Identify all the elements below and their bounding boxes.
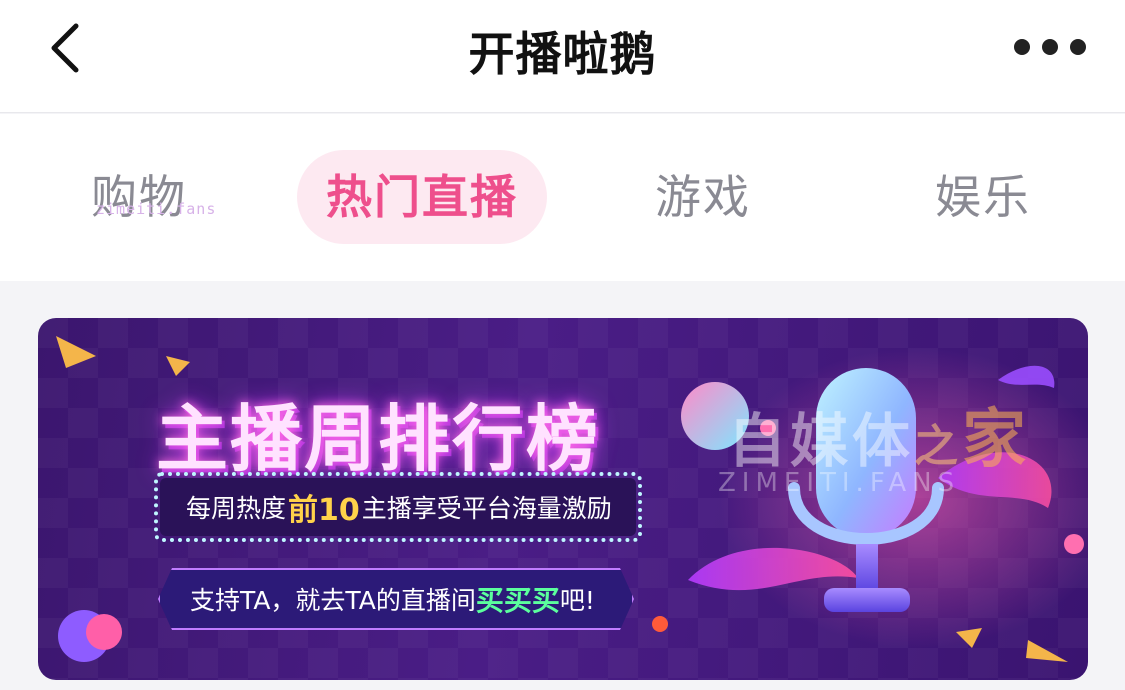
subtitle-text: 主播享受平台海量激励: [361, 494, 612, 523]
tab-shopping[interactable]: 购物: [84, 150, 194, 244]
subtitle-highlight: 前10: [288, 493, 360, 528]
ranking-banner[interactable]: 主播周排行榜 每周热度 前10 主播享受平台海量激励 支持TA，就去TA的直播间…: [38, 318, 1088, 680]
tab-hot-live[interactable]: 热门直播: [297, 150, 547, 244]
cta-text: 支持TA，就去TA的直播间: [190, 586, 476, 615]
watermark-text: 之: [914, 421, 963, 472]
cta-text: 吧!: [559, 586, 595, 615]
banner-subtitle: 每周热度 前10 主播享受平台海量激励: [160, 478, 636, 536]
cta-highlight: 买买买: [475, 584, 560, 617]
subtitle-text: 每周热度: [186, 494, 287, 523]
watermark-text: zimeiti.fans: [96, 200, 217, 218]
more-button[interactable]: [1014, 36, 1086, 58]
more-dots-icon: [1070, 39, 1086, 55]
category-tabs: 购物 热门直播 游戏 娱乐: [0, 114, 1125, 281]
more-dots-icon: [1014, 39, 1030, 55]
top-nav-bar: 开播啦鹅: [0, 0, 1125, 113]
tab-entertainment[interactable]: 娱乐: [928, 150, 1038, 244]
tab-games[interactable]: 游戏: [648, 150, 758, 244]
banner-title: 主播周排行榜: [156, 397, 601, 481]
watermark-logo: 自媒体之家: [728, 388, 1030, 480]
banner-cta: 支持TA，就去TA的直播间 买买买 吧!: [158, 568, 634, 630]
watermark-subtext: ZIMEITI.FANS: [718, 468, 961, 498]
more-dots-icon: [1042, 39, 1058, 55]
page-title: 开播啦鹅: [468, 27, 657, 81]
watermark-text: 家: [962, 403, 1031, 477]
watermark-text: 自媒体: [728, 407, 915, 475]
